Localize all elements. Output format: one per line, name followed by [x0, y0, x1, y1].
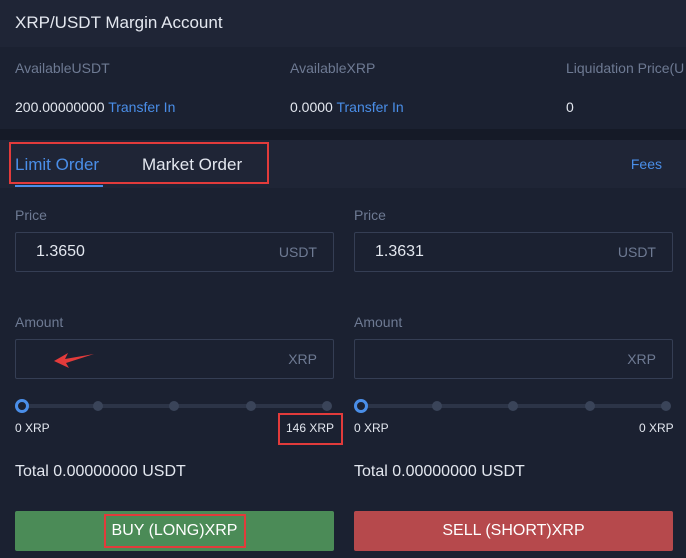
active-tab-indicator	[15, 185, 103, 187]
available-xrp-value: 0.0000	[290, 99, 333, 115]
buy-amount-slider[interactable]	[15, 399, 334, 413]
buy-slider-step[interactable]	[322, 401, 332, 411]
sell-price-value: 1.3631	[375, 243, 424, 260]
sell-range-max: 0 XRP	[639, 421, 674, 435]
sell-slider-step[interactable]	[508, 401, 518, 411]
buy-range-min: 0 XRP	[15, 421, 50, 435]
sell-short-label: SELL (SHORT)XRP	[442, 522, 585, 539]
tabs-highlight-box	[9, 142, 269, 184]
sell-slider-step[interactable]	[661, 401, 671, 411]
buy-price-unit: USDT	[278, 244, 317, 260]
buy-amount-unit: XRP	[288, 351, 317, 367]
fees-link[interactable]: Fees	[631, 156, 662, 172]
buy-amount-label: Amount	[15, 314, 64, 330]
transfer-in-xrp-link[interactable]: Transfer In	[336, 99, 403, 115]
available-xrp: 0.0000 Transfer In	[290, 99, 404, 115]
sell-slider-handle[interactable]	[354, 399, 368, 413]
sell-range-min: 0 XRP	[354, 421, 389, 435]
available-usdt-label: AvailableUSDT	[15, 60, 110, 76]
available-usdt-value: 200.00000000	[15, 99, 105, 115]
sell-amount-label: Amount	[354, 314, 403, 330]
sell-amount-input[interactable]: XRP	[354, 339, 673, 379]
buy-total: Total 0.00000000 USDT	[15, 463, 186, 480]
sell-price-input[interactable]: 1.3631 USDT	[354, 232, 673, 272]
sell-amount-slider[interactable]	[354, 399, 673, 413]
annotation-arrow-icon	[54, 353, 94, 368]
section-divider	[0, 129, 686, 140]
transfer-in-usdt-link[interactable]: Transfer In	[108, 99, 175, 115]
liquidation-price-label: Liquidation Price(U	[566, 60, 685, 76]
max-amount-highlight-box	[278, 413, 343, 445]
buy-slider-step[interactable]	[169, 401, 179, 411]
available-xrp-label: AvailableXRP	[290, 60, 376, 76]
sell-short-button[interactable]: SELL (SHORT)XRP	[354, 511, 673, 551]
sell-slider-step[interactable]	[432, 401, 442, 411]
buy-price-input[interactable]: 1.3650 USDT	[15, 232, 334, 272]
available-usdt: 200.00000000 Transfer In	[15, 99, 175, 115]
sell-amount-unit: XRP	[627, 351, 656, 367]
sell-price-label: Price	[354, 207, 386, 223]
sell-price-unit: USDT	[617, 244, 656, 260]
buy-price-label: Price	[15, 207, 47, 223]
buy-price-value: 1.3650	[36, 243, 85, 260]
sell-slider-step[interactable]	[585, 401, 595, 411]
buy-slider-handle[interactable]	[15, 399, 29, 413]
account-stats: AvailableUSDT 200.00000000 Transfer In A…	[0, 47, 686, 129]
buy-slider-step[interactable]	[93, 401, 103, 411]
account-title: XRP/USDT Margin Account	[15, 13, 223, 32]
sell-total: Total 0.00000000 USDT	[354, 463, 525, 480]
buy-slider-step[interactable]	[246, 401, 256, 411]
liquidation-price-value: 0	[566, 99, 574, 115]
buy-button-highlight-box	[104, 514, 246, 548]
account-header: XRP/USDT Margin Account	[0, 0, 686, 47]
